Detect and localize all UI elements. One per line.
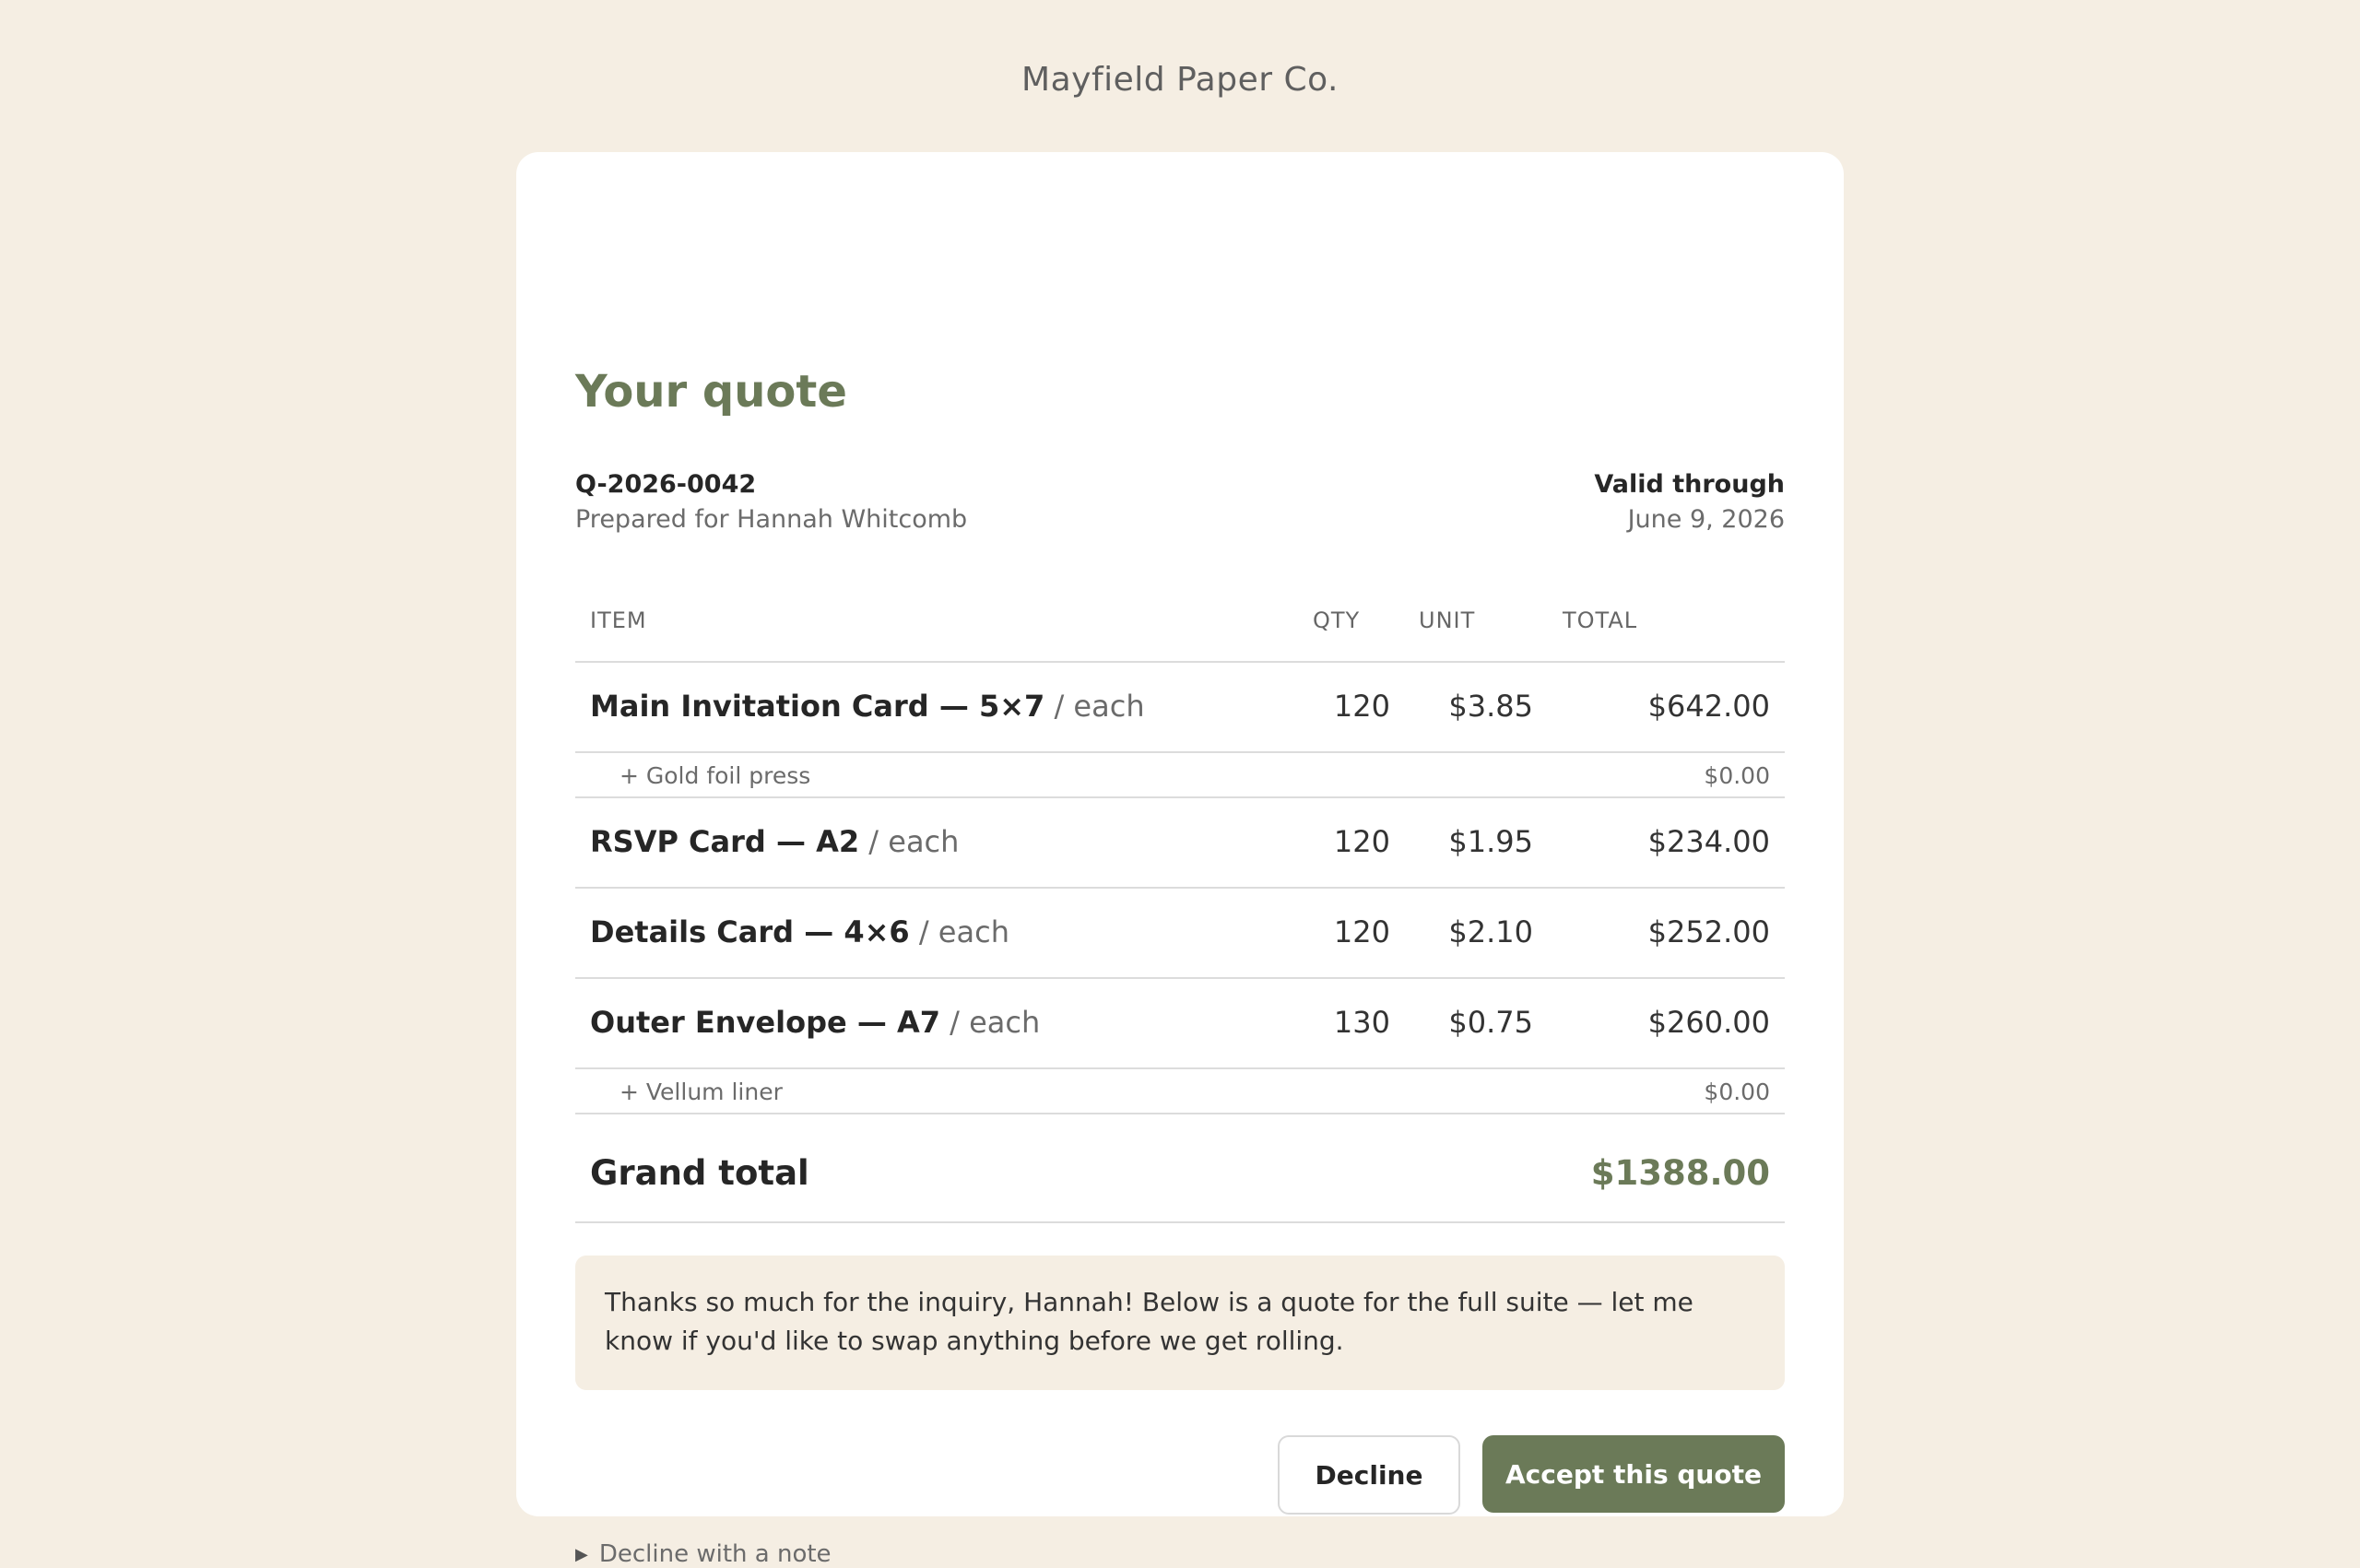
grand-total-value: $1388.00 [1590,1153,1770,1193]
line-items-table: ITEM QTY UNIT TOTAL Main Invitation Card… [575,585,1785,1223]
item-unit-price: $1.95 [1448,824,1533,859]
addon-name: + Gold foil press [620,762,811,789]
quote-meta: Q-2026-0042 Prepared for Hannah Whitcomb [575,467,967,537]
item-unit-price: $3.85 [1448,689,1533,724]
item-name: Main Invitation Card — 5×7 / each [590,689,1145,724]
brand-name: Mayfield Paper Co. [1021,61,1339,99]
validity: Valid through June 9, 2026 [1594,467,1785,537]
accept-quote-button[interactable]: Accept this quote [1482,1435,1785,1513]
quote-card: Your quote Q-2026-0042 Prepared for Hann… [516,152,1844,1568]
prepared-for: Prepared for Hannah Whitcomb [575,505,968,534]
table-row: Outer Envelope — A7 / each 130 $0.75 $26… [575,979,1785,1069]
table-row: Main Invitation Card — 5×7 / each 120 $3… [575,663,1785,753]
item-qty: 130 [1333,1005,1390,1040]
addon-price: $0.00 [1704,1079,1770,1105]
table-row: Details Card — 4×6 / each 120 $2.10 $252… [575,889,1785,979]
item-total: $252.00 [1647,914,1770,949]
item-qty: 120 [1333,824,1390,859]
grand-total-label: Grand total [590,1153,809,1193]
disclosure-triangle-icon: ▶ [575,1544,588,1564]
header-qty: QTY [1313,607,1361,633]
item-name: Outer Envelope — A7 / each [590,1005,1041,1040]
quote-id: Q-2026-0042 [575,470,757,499]
valid-through-label: Valid through [1594,470,1785,499]
addon-price: $0.00 [1704,762,1770,789]
decline-with-note-toggle[interactable]: ▶ Decline with a note [575,1540,832,1568]
item-qty: 120 [1333,914,1390,949]
message-note: Thanks so much for the inquiry, Hannah! … [575,1256,1785,1390]
grand-total-row: Grand total $1388.00 [575,1114,1785,1223]
item-total: $260.00 [1647,1005,1770,1040]
item-unit-price: $0.75 [1448,1005,1533,1040]
item-total: $234.00 [1647,824,1770,859]
decline-button[interactable]: Decline [1278,1435,1460,1515]
table-row: RSVP Card — A2 / each 120 $1.95 $234.00 [575,798,1785,889]
item-total: $642.00 [1647,689,1770,724]
header-unit: UNIT [1419,607,1476,633]
item-name: Details Card — 4×6 / each [590,914,1009,949]
addon-name: + Vellum liner [620,1079,783,1105]
header-total: TOTAL [1563,607,1638,633]
item-name: RSVP Card — A2 / each [590,824,960,859]
decline-with-note-label: Decline with a note [598,1540,832,1568]
item-qty: 120 [1333,689,1390,724]
header-item: ITEM [590,607,647,633]
addon-row: + Vellum liner $0.00 [575,1069,1785,1114]
valid-through-date: June 9, 2026 [1627,505,1785,534]
addon-row: + Gold foil press $0.00 [575,753,1785,798]
item-unit-price: $2.10 [1448,914,1533,949]
page-title: Your quote [575,366,847,418]
table-header: ITEM QTY UNIT TOTAL [575,585,1785,663]
